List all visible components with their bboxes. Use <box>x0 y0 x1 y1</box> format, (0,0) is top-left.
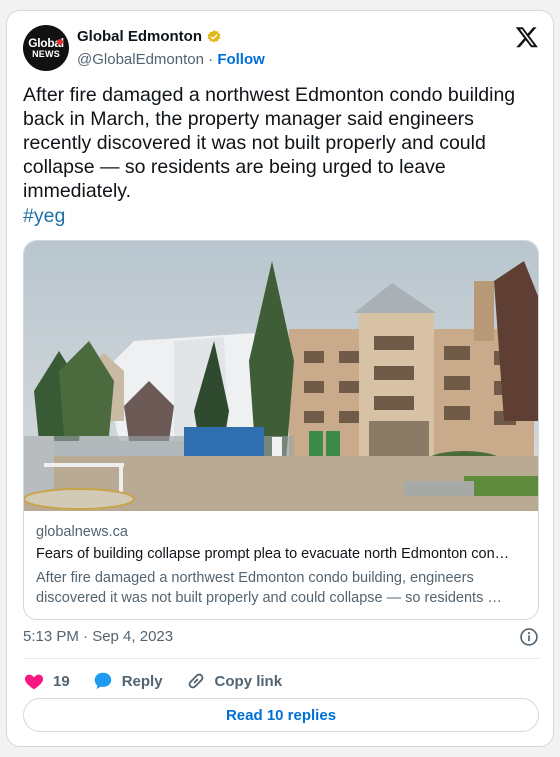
link-description: After fire damaged a northwest Edmonton … <box>36 570 502 606</box>
hashtag-link[interactable]: #yeg <box>23 205 65 228</box>
read-replies-button[interactable]: Read 10 replies <box>23 698 539 732</box>
info-icon[interactable] <box>519 627 539 647</box>
embedded-tweet-card: Global NEWS Global Edmonton @GlobalEdmon… <box>6 10 554 747</box>
action-bar: 19 Reply Copy link <box>23 667 304 695</box>
like-count: 19 <box>53 672 70 690</box>
link-preview-card[interactable]: globalnews.ca Fears of building collapse… <box>23 240 539 620</box>
divider <box>23 658 539 659</box>
reply-label: Reply <box>121 672 163 690</box>
tweet-text: After fire damaged a northwest Edmonton … <box>23 84 516 202</box>
handle-row: @GlobalEdmonton · Follow <box>77 51 265 68</box>
copy-link-button[interactable]: Copy link <box>185 670 283 692</box>
logo-dot <box>57 39 63 45</box>
article-photo[interactable] <box>24 241 539 511</box>
separator-dot: · <box>208 51 214 68</box>
account-name-row: Global Edmonton <box>77 28 222 45</box>
like-button[interactable]: 19 <box>23 670 70 692</box>
reply-button[interactable]: Reply <box>92 670 163 692</box>
link-icon <box>188 673 203 689</box>
link-domain: globalnews.ca <box>36 524 128 540</box>
x-logo-icon[interactable] <box>515 25 539 49</box>
reply-bubble-icon <box>94 672 111 690</box>
verified-badge-icon <box>207 29 221 42</box>
account-handle[interactable]: @GlobalEdmonton <box>77 51 204 68</box>
follow-button[interactable]: Follow <box>217 51 265 68</box>
account-name[interactable]: Global Edmonton <box>77 28 202 45</box>
avatar[interactable]: Global NEWS <box>23 25 69 71</box>
copy-link-label: Copy link <box>214 672 283 690</box>
link-headline: Fears of building collapse prompt plea t… <box>36 546 510 562</box>
tweet-timestamp[interactable]: 5:13 PM · Sep 4, 2023 <box>23 628 173 645</box>
heart-icon <box>24 674 44 690</box>
avatar-text-line2: NEWS <box>32 49 60 59</box>
